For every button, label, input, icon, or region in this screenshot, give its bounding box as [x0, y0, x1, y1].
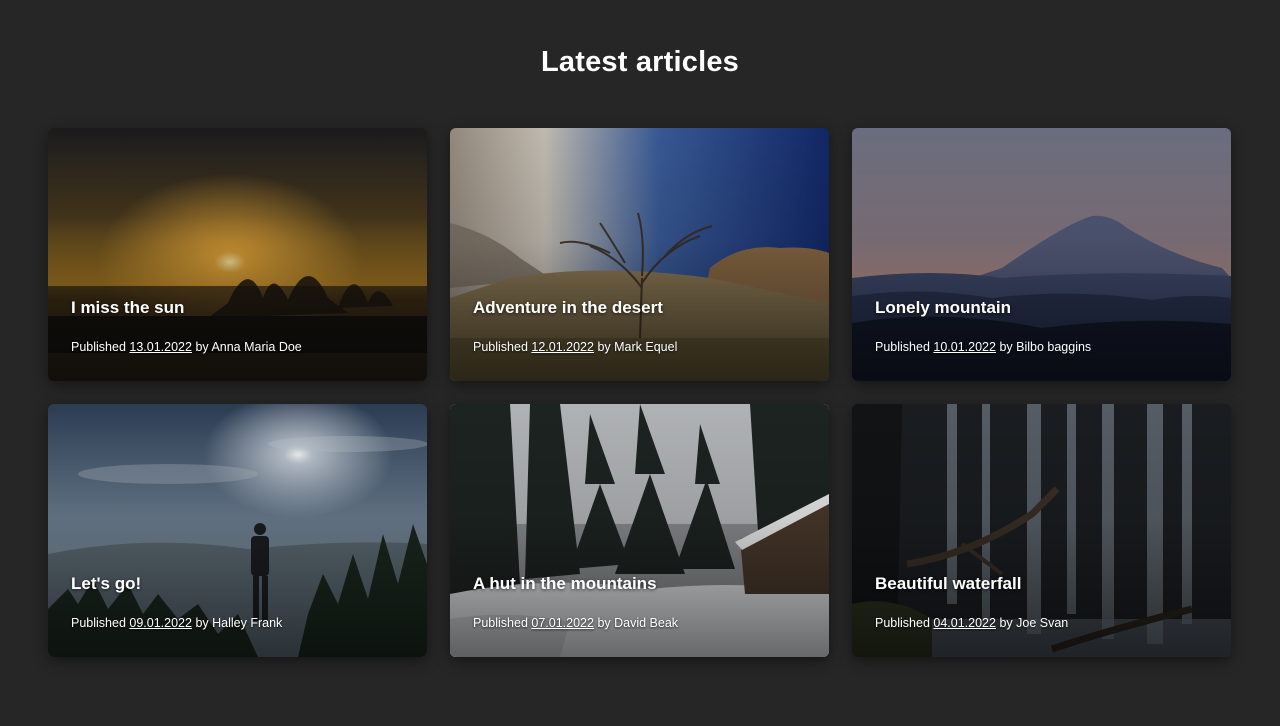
published-label: Published	[875, 340, 930, 354]
article-date-link[interactable]: 04.01.2022	[933, 616, 996, 630]
published-label: Published	[71, 340, 126, 354]
article-author: Halley Frank	[212, 616, 283, 630]
article-meta: Published 07.01.2022 by David Beak	[473, 616, 678, 630]
article-card[interactable]: Lonely mountain Published 10.01.2022 by …	[852, 128, 1231, 381]
article-title[interactable]: I miss the sun	[71, 298, 184, 318]
article-card[interactable]: I miss the sun Published 13.01.2022 by A…	[48, 128, 427, 381]
article-card[interactable]: Let's go! Published 09.01.2022 by Halley…	[48, 404, 427, 657]
article-author: Anna Maria Doe	[211, 340, 302, 354]
article-meta: Published 04.01.2022 by Joe Svan	[875, 616, 1068, 630]
article-meta: Published 10.01.2022 by Bilbo baggins	[875, 340, 1091, 354]
article-author: Joe Svan	[1016, 616, 1069, 630]
published-label: Published	[875, 616, 930, 630]
article-author: Bilbo baggins	[1016, 340, 1092, 354]
article-author: Mark Equel	[614, 340, 678, 354]
article-title[interactable]: A hut in the mountains	[473, 574, 657, 594]
by-label: by	[195, 616, 209, 630]
article-meta: Published 09.01.2022 by Halley Frank	[71, 616, 282, 630]
by-label: by	[597, 340, 611, 354]
by-label: by	[195, 340, 209, 354]
article-meta: Published 13.01.2022 by Anna Maria Doe	[71, 340, 302, 354]
article-date-link[interactable]: 12.01.2022	[531, 340, 594, 354]
article-title[interactable]: Beautiful waterfall	[875, 574, 1021, 594]
article-date-link[interactable]: 09.01.2022	[129, 616, 192, 630]
published-label: Published	[473, 340, 528, 354]
page-title: Latest articles	[540, 46, 740, 78]
by-label: by	[999, 616, 1013, 630]
article-date-link[interactable]: 07.01.2022	[531, 616, 594, 630]
article-meta: Published 12.01.2022 by Mark Equel	[473, 340, 677, 354]
article-title[interactable]: Let's go!	[71, 574, 141, 594]
article-card[interactable]: Adventure in the desert Published 12.01.…	[450, 128, 829, 381]
articles-grid: I miss the sun Published 13.01.2022 by A…	[48, 128, 1231, 657]
article-card[interactable]: A hut in the mountains Published 07.01.2…	[450, 404, 829, 657]
article-date-link[interactable]: 10.01.2022	[933, 340, 996, 354]
article-author: David Beak	[614, 616, 679, 630]
article-date-link[interactable]: 13.01.2022	[129, 340, 192, 354]
article-card[interactable]: Beautiful waterfall Published 04.01.2022…	[852, 404, 1231, 657]
article-title[interactable]: Lonely mountain	[875, 298, 1011, 318]
article-title[interactable]: Adventure in the desert	[473, 298, 663, 318]
published-label: Published	[473, 616, 528, 630]
published-label: Published	[71, 616, 126, 630]
by-label: by	[597, 616, 611, 630]
by-label: by	[999, 340, 1013, 354]
